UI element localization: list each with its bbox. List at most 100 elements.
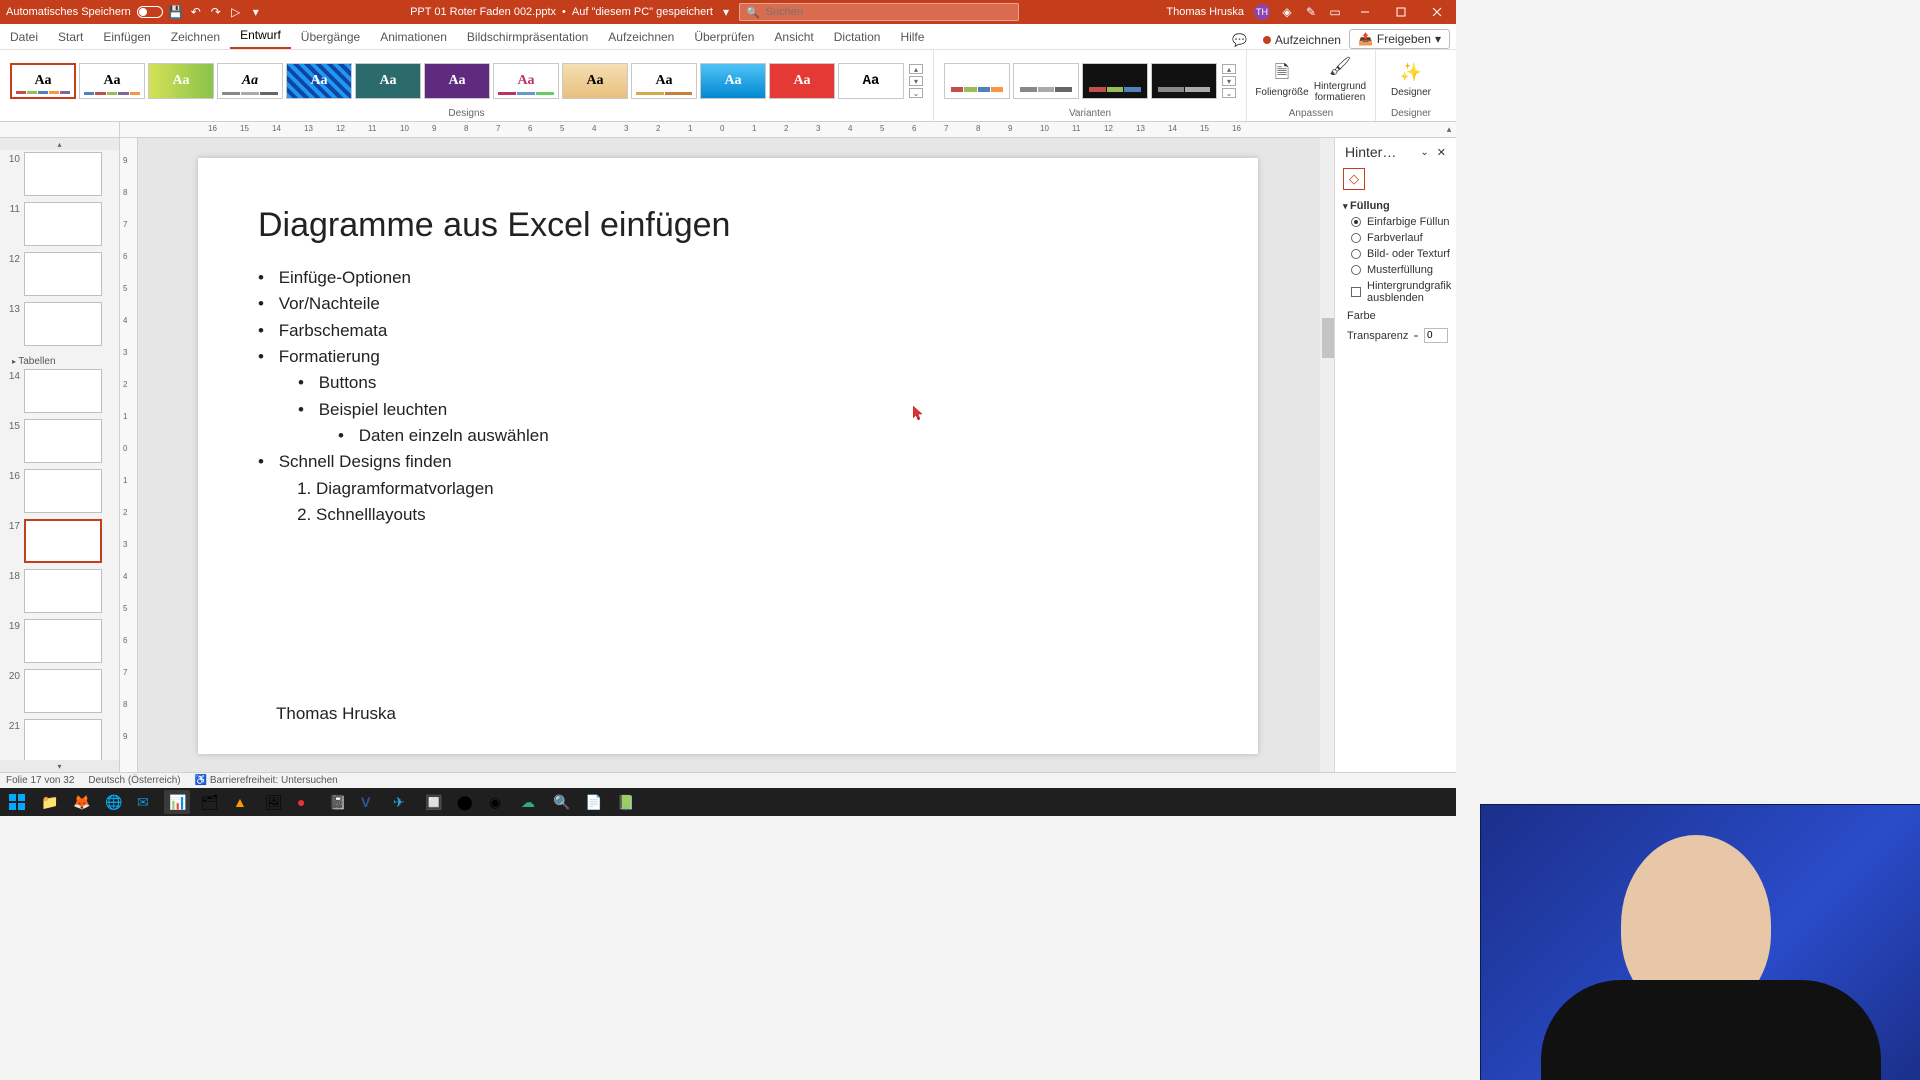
fill-solid-option[interactable]: Einfarbige Füllun: [1335, 214, 1456, 230]
tab-uebergaenge[interactable]: Übergänge: [291, 26, 370, 49]
slide-counter[interactable]: Folie 17 von 32: [6, 775, 74, 786]
tab-dictation[interactable]: Dictation: [824, 26, 891, 49]
taskbar-app-icon[interactable]: 📄: [580, 790, 606, 814]
variant-thumb[interactable]: [1082, 63, 1148, 99]
designer-button[interactable]: ✨Designer: [1382, 61, 1440, 98]
excel-icon[interactable]: 📗: [612, 790, 638, 814]
accessibility-check[interactable]: ♿ Barrierefreiheit: Untersuchen: [195, 775, 338, 786]
fill-pattern-option[interactable]: Musterfüllung: [1335, 262, 1456, 278]
taskbar-app-icon[interactable]: ☁: [516, 790, 542, 814]
user-avatar[interactable]: TH: [1254, 4, 1270, 20]
fill-gradient-option[interactable]: Farbverlauf: [1335, 230, 1456, 246]
close-button[interactable]: [1424, 0, 1450, 24]
transparency-input[interactable]: [1424, 328, 1448, 343]
thumbnail-scroll-up[interactable]: ▴: [0, 138, 119, 150]
scrollbar-thumb[interactable]: [1322, 318, 1334, 358]
pane-close-icon[interactable]: ✕: [1433, 146, 1450, 159]
visio-icon[interactable]: V: [356, 790, 382, 814]
theme-thumb[interactable]: Aa: [286, 63, 352, 99]
comments-icon[interactable]: 💬: [1224, 31, 1255, 49]
variant-thumb[interactable]: [1151, 63, 1217, 99]
theme-thumb[interactable]: Aa: [79, 63, 145, 99]
slide-thumbnail[interactable]: [24, 369, 102, 413]
slide-thumbnail[interactable]: [24, 252, 102, 296]
taskbar-app-icon[interactable]: 🔲: [420, 790, 446, 814]
theme-thumb[interactable]: Aa: [493, 63, 559, 99]
slide-canvas[interactable]: Diagramme aus Excel einfügen Einfüge-Opt…: [198, 158, 1258, 754]
taskbar-app-icon[interactable]: ●: [292, 790, 318, 814]
slide-thumbnail[interactable]: [24, 569, 102, 613]
taskbar-app-icon[interactable]: 🖼: [260, 790, 286, 814]
fill-picture-option[interactable]: Bild- oder Texturf: [1335, 246, 1456, 262]
pen-icon[interactable]: ✎: [1304, 5, 1318, 19]
tab-start[interactable]: Start: [48, 26, 93, 49]
slide-thumbnail[interactable]: [24, 619, 102, 663]
numbered-item[interactable]: Diagramformatvorlagen: [316, 476, 1258, 502]
slide-thumbnail[interactable]: [24, 202, 102, 246]
slide-thumbnail[interactable]: [24, 302, 102, 346]
fill-bucket-icon[interactable]: ◇: [1343, 168, 1365, 190]
taskbar-app-icon[interactable]: 🗂: [196, 790, 222, 814]
slide-thumbnail[interactable]: [24, 152, 102, 196]
bullet-item[interactable]: Einfüge-Optionen: [258, 265, 1258, 291]
chrome-icon[interactable]: 🌐: [100, 790, 126, 814]
taskbar-app-icon[interactable]: ◉: [484, 790, 510, 814]
variant-gallery-more[interactable]: ▴▾⌄: [1222, 64, 1236, 98]
slide-thumbnail[interactable]: [24, 719, 102, 763]
start-button[interactable]: [4, 790, 30, 814]
tab-ansicht[interactable]: Ansicht: [764, 26, 823, 49]
tab-bildschirmpraes[interactable]: Bildschirmpräsentation: [457, 26, 598, 49]
outlook-icon[interactable]: ✉: [132, 790, 158, 814]
bullet-item[interactable]: Schnell Designs finden: [258, 449, 1258, 475]
ruler-scroll-up-icon[interactable]: ▴: [1442, 122, 1456, 137]
variant-thumb[interactable]: [944, 63, 1010, 99]
bullet-item[interactable]: Vor/Nachteile: [258, 291, 1258, 317]
format-background-button[interactable]: 🖌Hintergrund formatieren: [1311, 55, 1369, 103]
color-field[interactable]: Farbe: [1335, 306, 1456, 324]
fill-section-header[interactable]: Füllung: [1335, 194, 1456, 214]
qat-more-icon[interactable]: ▾: [249, 5, 263, 19]
bullet-item[interactable]: Daten einzeln auswählen: [338, 423, 1258, 449]
window-layout-icon[interactable]: ▭: [1328, 5, 1342, 19]
theme-thumb[interactable]: Aa: [148, 63, 214, 99]
editor-vertical-scrollbar[interactable]: [1320, 138, 1334, 772]
tab-einfuegen[interactable]: Einfügen: [93, 26, 160, 49]
slide-thumbnail[interactable]: [24, 669, 102, 713]
pane-options-icon[interactable]: ⌄: [1416, 147, 1432, 158]
numbered-item[interactable]: Schnelllayouts: [316, 502, 1258, 528]
bullet-item[interactable]: Beispiel leuchten: [298, 397, 1258, 423]
minimize-button[interactable]: [1352, 0, 1378, 24]
record-button[interactable]: Aufzeichnen: [1255, 31, 1349, 49]
title-dropdown-icon[interactable]: ▾: [719, 5, 733, 19]
tab-entwurf[interactable]: Entwurf: [230, 24, 291, 49]
tab-datei[interactable]: Datei: [0, 26, 48, 49]
language-indicator[interactable]: Deutsch (Österreich): [88, 775, 180, 786]
theme-thumb[interactable]: Aa: [217, 63, 283, 99]
theme-thumb[interactable]: Aa: [424, 63, 490, 99]
theme-thumb[interactable]: Aa: [769, 63, 835, 99]
vlc-icon[interactable]: ▲: [228, 790, 254, 814]
slide-size-button[interactable]: 🗎Foliengröße: [1253, 61, 1311, 98]
bullet-item[interactable]: Formatierung: [258, 344, 1258, 370]
onenote-icon[interactable]: 📓: [324, 790, 350, 814]
section-header[interactable]: Tabellen: [4, 352, 115, 369]
from-beginning-icon[interactable]: ▷: [229, 5, 243, 19]
slide-title[interactable]: Diagramme aus Excel einfügen: [198, 158, 1258, 265]
tab-hilfe[interactable]: Hilfe: [890, 26, 934, 49]
slide-footer[interactable]: Thomas Hruska: [276, 704, 396, 724]
slide-thumbnail[interactable]: [24, 419, 102, 463]
thumbnail-scroll-down[interactable]: ▾: [0, 760, 119, 772]
telegram-icon[interactable]: ✈: [388, 790, 414, 814]
file-explorer-icon[interactable]: 📁: [36, 790, 62, 814]
search-input[interactable]: [766, 6, 1012, 18]
slide-editor[interactable]: Diagramme aus Excel einfügen Einfüge-Opt…: [138, 138, 1334, 772]
obs-icon[interactable]: ⬤: [452, 790, 478, 814]
redo-icon[interactable]: ↷: [209, 5, 223, 19]
hide-bg-graphics-option[interactable]: Hintergrundgrafikausblenden: [1335, 278, 1456, 306]
firefox-icon[interactable]: 🦊: [68, 790, 94, 814]
theme-thumb[interactable]: Aa: [562, 63, 628, 99]
theme-gallery-more[interactable]: ▴▾⌄: [909, 64, 923, 98]
theme-thumb[interactable]: Aa: [838, 63, 904, 99]
maximize-button[interactable]: [1388, 0, 1414, 24]
slide-thumbnail[interactable]: [24, 469, 102, 513]
